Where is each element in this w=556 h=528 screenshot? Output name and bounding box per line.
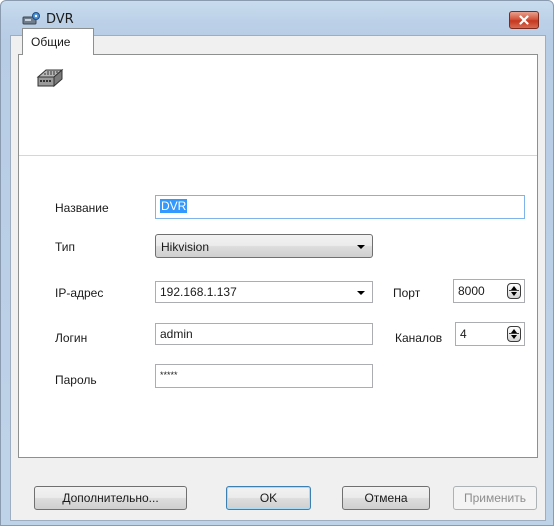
ip-address-value: 192.168.1.137 xyxy=(160,285,237,299)
name-label: Название xyxy=(55,201,109,215)
dvr-settings-icon xyxy=(22,12,40,25)
chevron-down-icon xyxy=(357,245,365,249)
login-input[interactable]: admin xyxy=(155,323,373,345)
apply-button[interactable]: Применить xyxy=(453,486,537,510)
spin-divider xyxy=(509,333,519,334)
login-label: Логин xyxy=(55,331,88,345)
tab-general-label: Общие xyxy=(31,35,71,49)
type-select-value: Hikvision xyxy=(161,240,210,254)
port-spin-buttons[interactable] xyxy=(507,283,521,299)
advanced-button[interactable]: Дополнительно... xyxy=(34,486,187,510)
port-label: Порт xyxy=(393,286,421,300)
ok-button[interactable]: OK xyxy=(226,486,311,510)
dvr-device-icon xyxy=(36,68,64,88)
cancel-button[interactable]: Отмена xyxy=(342,486,430,510)
spin-down-icon[interactable] xyxy=(511,335,517,339)
type-select[interactable]: Hikvision xyxy=(155,234,373,258)
close-icon xyxy=(519,15,529,25)
tab-general[interactable]: Общие xyxy=(22,28,94,55)
spin-down-icon[interactable] xyxy=(511,292,517,296)
close-button[interactable] xyxy=(509,11,539,29)
chevron-down-icon[interactable] xyxy=(357,291,365,295)
channels-spinner[interactable]: 4 xyxy=(455,322,525,346)
password-input[interactable]: ***** xyxy=(155,364,373,388)
port-spinner[interactable]: 8000 xyxy=(453,279,525,303)
spin-divider xyxy=(509,290,519,291)
type-label: Тип xyxy=(55,240,76,254)
header-divider xyxy=(19,155,537,156)
channels-label: Каналов xyxy=(395,331,443,345)
password-label: Пароль xyxy=(55,373,97,387)
window-title: DVR xyxy=(46,12,74,27)
ip-label: IP-адрес xyxy=(55,286,104,300)
port-value: 8000 xyxy=(458,284,485,298)
ip-address-combo[interactable]: 192.168.1.137 xyxy=(155,281,373,303)
name-input[interactable]: DVR xyxy=(155,195,525,219)
login-input-value: admin xyxy=(160,327,193,341)
channels-spin-buttons[interactable] xyxy=(507,326,521,342)
password-input-value: ***** xyxy=(160,370,178,380)
name-input-value: DVR xyxy=(160,199,188,213)
channels-value: 4 xyxy=(460,327,467,341)
